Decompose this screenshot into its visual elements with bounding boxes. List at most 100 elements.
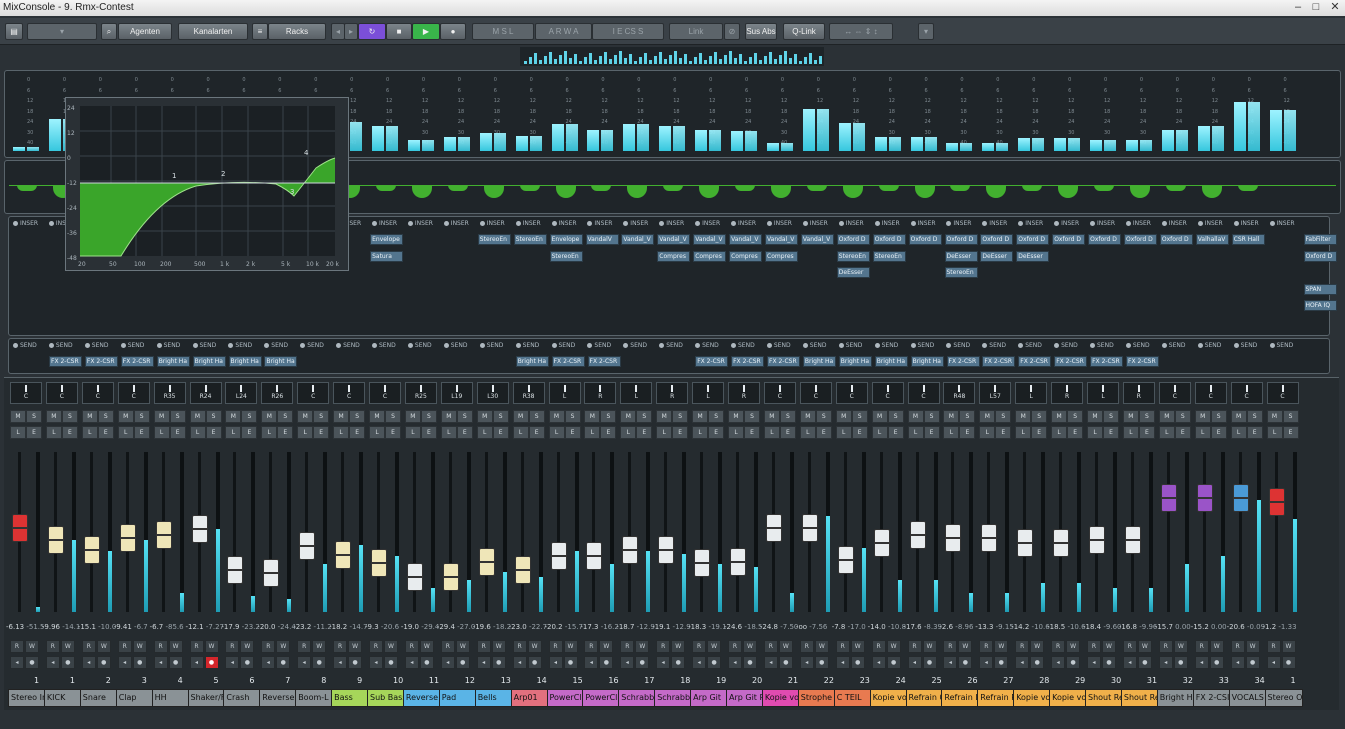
record-enable-button[interactable]: ● xyxy=(1137,656,1152,669)
send-header[interactable]: SEND xyxy=(443,342,468,349)
edit-button[interactable]: E xyxy=(26,426,42,439)
volume-readout[interactable]: -29.4 -27.0 xyxy=(437,623,475,631)
send-header[interactable]: SEND xyxy=(982,342,1006,349)
edit-button[interactable]: E xyxy=(959,426,976,439)
mute-button[interactable]: M xyxy=(799,410,816,423)
mute-button[interactable]: M xyxy=(1194,410,1211,423)
monitor-button[interactable]: ◂ xyxy=(943,656,958,669)
read-automation-button[interactable]: R xyxy=(1087,640,1101,653)
mute-button[interactable]: M xyxy=(10,410,26,423)
record-enable-button[interactable]: ● xyxy=(384,656,398,669)
edit-button[interactable]: E xyxy=(1282,426,1299,439)
insert-slot[interactable]: Oxford D xyxy=(1159,234,1193,245)
volume-readout[interactable]: -19.6 -18.2 xyxy=(473,623,511,631)
mute-button[interactable]: M xyxy=(1122,410,1139,423)
channel-name[interactable]: Kopie vo xyxy=(1049,689,1088,707)
write-automation-button[interactable]: W xyxy=(958,640,973,653)
send-header[interactable]: SEND xyxy=(731,342,755,349)
write-automation-button[interactable]: W xyxy=(814,640,829,653)
cycle-icon[interactable]: ↻ xyxy=(358,23,386,40)
fader-cap[interactable] xyxy=(119,524,136,552)
listen-button[interactable]: L xyxy=(1266,426,1283,439)
pan-knob[interactable]: C xyxy=(1266,382,1299,404)
pan-knob[interactable]: R xyxy=(728,382,760,404)
solo-button[interactable]: S xyxy=(744,410,760,423)
solo-button[interactable]: S xyxy=(887,410,904,423)
send-header[interactable]: SEND xyxy=(1090,342,1114,349)
solo-button[interactable]: S xyxy=(636,410,653,423)
pan-knob[interactable]: C xyxy=(81,382,114,404)
record-enable-button[interactable]: ● xyxy=(348,656,363,669)
write-automation-button[interactable]: W xyxy=(886,640,901,653)
insert-slot[interactable]: Oxford D xyxy=(1088,234,1122,245)
solo-button[interactable]: S xyxy=(1031,410,1048,423)
edit-button[interactable]: E xyxy=(205,426,222,439)
edit-button[interactable]: E xyxy=(851,426,868,439)
edit-button[interactable]: E xyxy=(672,426,689,439)
eq-curve-graph[interactable]: 1 2 3 4 20 50 100 200 500 1 k 2 k 5 k 10 k 20 k 2… xyxy=(66,98,348,270)
mute-button[interactable]: M xyxy=(584,410,601,423)
volume-readout[interactable]: -6.13 -51.5 xyxy=(6,623,44,631)
mute-button[interactable]: M xyxy=(333,410,350,423)
listen-button[interactable]: L xyxy=(763,426,780,439)
eq-node-1[interactable]: 1 xyxy=(172,172,176,180)
edit-button[interactable]: E xyxy=(420,426,437,439)
mute-button[interactable]: M xyxy=(81,410,98,423)
fader-cap[interactable] xyxy=(1196,484,1213,512)
send-slot[interactable]: FX 2-CSR xyxy=(1090,356,1124,367)
insert-slot[interactable]: DeEsser xyxy=(980,250,1014,262)
pan-knob[interactable]: R38 xyxy=(512,382,545,404)
fader-cap[interactable] xyxy=(981,524,998,552)
write-automation-button[interactable]: W xyxy=(707,640,722,653)
mute-button[interactable]: M xyxy=(512,410,529,423)
read-automation-button[interactable]: R xyxy=(1266,640,1281,653)
mute-button[interactable]: M xyxy=(1230,410,1247,423)
channel-name[interactable]: Strophe xyxy=(797,689,836,707)
insert-slot[interactable]: VandalV xyxy=(585,234,619,245)
insert-slot[interactable]: Vandal_V xyxy=(729,234,763,245)
channel-name[interactable]: Bells xyxy=(474,689,513,707)
mute-button[interactable]: M xyxy=(1051,410,1068,423)
volume-readout[interactable]: -9.96 -14.1 xyxy=(42,623,80,631)
insert-slot[interactable]: CSR Hall xyxy=(1231,234,1265,245)
channel-name[interactable]: Schrabb xyxy=(618,689,657,707)
write-automation-button[interactable]: W xyxy=(922,640,937,653)
read-automation-button[interactable]: R xyxy=(763,640,778,653)
iecs-group[interactable]: I E CS S xyxy=(592,23,664,40)
listen-button[interactable]: L xyxy=(1230,426,1247,439)
send-header[interactable]: SEND xyxy=(551,342,575,349)
monitor-button[interactable]: ◂ xyxy=(153,656,168,669)
volume-readout[interactable]: -13.3 -9.15 xyxy=(975,623,1013,631)
fader-cap[interactable] xyxy=(442,563,459,591)
function-menu-icon[interactable]: ▾ xyxy=(918,23,934,40)
solo-button[interactable]: S xyxy=(923,410,940,423)
channel-name[interactable]: PowerCl xyxy=(546,689,585,707)
pan-knob[interactable]: R35 xyxy=(153,382,186,404)
fader-cap[interactable] xyxy=(371,549,387,577)
insert-header[interactable]: INSER xyxy=(766,220,792,227)
volume-readout[interactable]: -20.0 -24.4 xyxy=(257,623,295,631)
mute-button[interactable]: M xyxy=(1266,410,1283,423)
insert-slot[interactable]: Satura xyxy=(370,250,404,262)
read-automation-button[interactable]: R xyxy=(81,640,96,653)
pan-knob[interactable]: C xyxy=(369,382,401,404)
record-icon[interactable]: ● xyxy=(440,23,466,40)
monitor-button[interactable]: ◂ xyxy=(512,656,527,669)
record-enable-button[interactable]: ● xyxy=(96,656,111,669)
read-automation-button[interactable]: R xyxy=(1015,640,1030,653)
insert-slot[interactable]: Compres xyxy=(765,250,798,262)
listen-button[interactable]: L xyxy=(943,426,960,439)
search-icon[interactable]: ⌕ xyxy=(101,23,117,40)
insert-header[interactable]: INSER xyxy=(874,220,900,227)
mute-button[interactable]: M xyxy=(728,410,744,423)
insert-slot[interactable]: DeEsser xyxy=(1016,250,1050,262)
monitor-button[interactable]: ◂ xyxy=(297,656,312,669)
read-automation-button[interactable]: R xyxy=(692,640,707,653)
send-header[interactable]: SEND xyxy=(407,342,432,349)
pan-knob[interactable]: L57 xyxy=(979,382,1012,404)
read-automation-button[interactable]: R xyxy=(225,640,240,653)
write-automation-button[interactable]: W xyxy=(1137,640,1152,653)
insert-header[interactable]: INSER xyxy=(982,220,1007,227)
mute-button[interactable]: M xyxy=(440,410,457,423)
insert-slot[interactable]: FabFilter xyxy=(1303,234,1337,245)
